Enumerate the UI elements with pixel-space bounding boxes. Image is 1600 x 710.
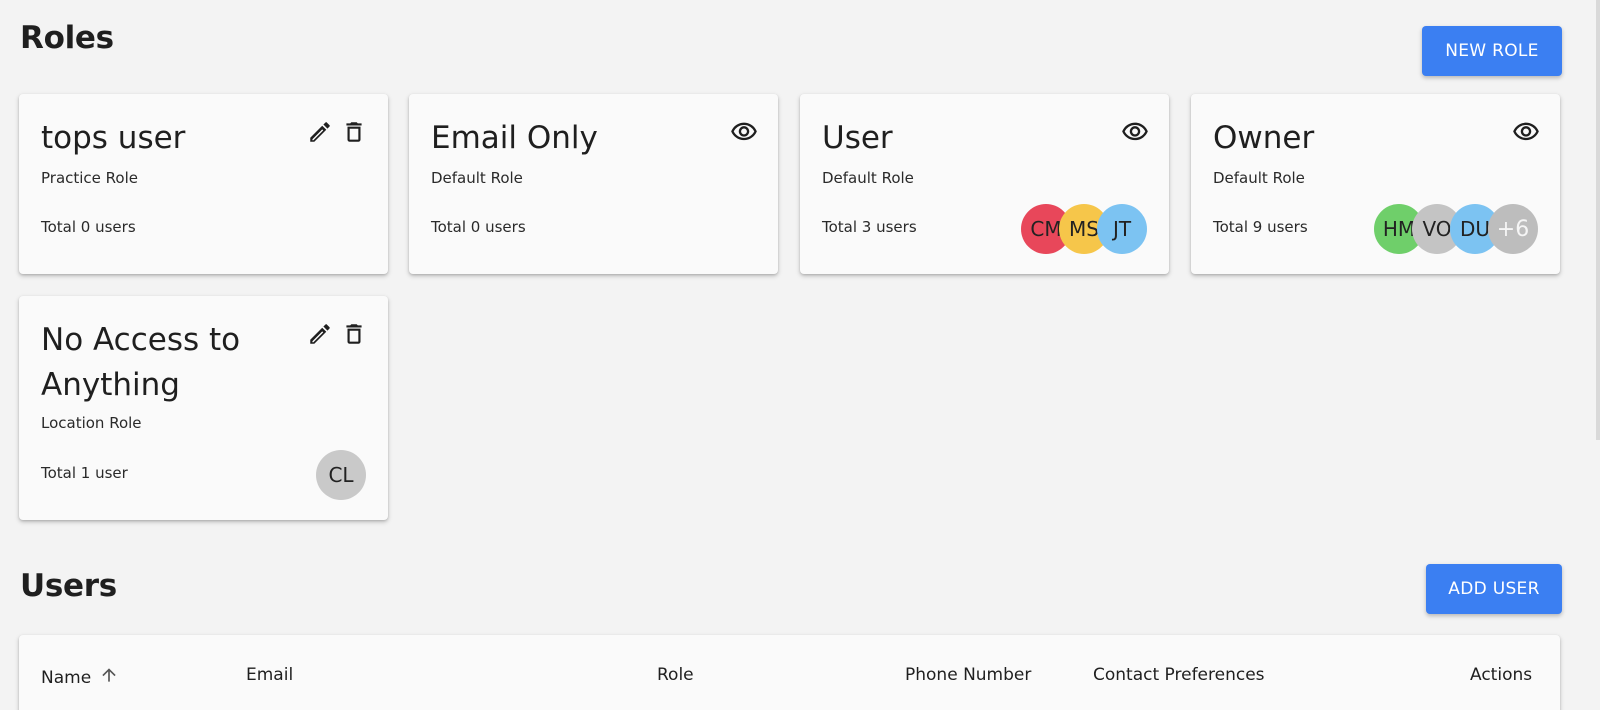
users-table: Name Email Role Phone Number Contact Pre… [19,635,1560,710]
role-actions [1121,118,1149,146]
avatar[interactable]: CL [316,450,366,500]
eye-icon[interactable] [1121,118,1149,146]
role-name: User [822,120,893,156]
role-card-owner[interactable]: Owner Default Role Total 9 users HM VO D… [1191,94,1560,274]
role-name: Owner [1213,120,1315,156]
role-user-count: Total 1 user [41,464,128,482]
column-header-contact-preferences[interactable]: Contact Preferences [1093,665,1265,685]
avatar-group: CL [316,450,366,500]
new-role-button[interactable]: NEW ROLE [1422,26,1562,76]
pencil-icon[interactable] [306,118,334,146]
role-name: No Access to Anything [41,322,241,403]
role-user-count: Total 0 users [431,218,526,236]
role-actions [306,320,368,348]
roles-title: Roles [20,20,114,56]
column-header-phone[interactable]: Phone Number [905,665,1031,685]
role-actions [730,118,758,146]
column-label: Contact Preferences [1093,665,1265,685]
eye-icon[interactable] [1512,118,1540,146]
column-label: Name [41,667,92,688]
avatar-group: CM MS JT [1021,204,1147,254]
trash-icon[interactable] [340,320,368,348]
pencil-icon[interactable] [306,320,334,348]
avatar-group: HM VO DU +6 [1374,204,1538,254]
role-card-user[interactable]: User Default Role Total 3 users CM MS JT [800,94,1169,274]
trash-icon[interactable] [340,118,368,146]
role-card-no-access[interactable]: No Access to Anything Location Role Tota… [19,296,388,520]
add-user-button[interactable]: ADD USER [1426,564,1562,614]
eye-icon[interactable] [730,118,758,146]
role-card-tops-user[interactable]: tops user Practice Role Total 0 users [19,94,388,274]
role-type: Default Role [1213,169,1305,187]
users-title: Users [20,568,117,604]
role-actions [306,118,368,146]
role-user-count: Total 0 users [41,218,136,236]
column-label: Email [246,665,294,685]
sort-ascending-icon[interactable] [99,665,119,690]
column-header-actions: Actions [1470,665,1532,685]
role-type: Practice Role [41,169,139,187]
role-actions [1512,118,1540,146]
column-header-email[interactable]: Email [246,665,293,685]
role-name: Email Only [431,120,598,156]
role-type: Default Role [822,169,914,187]
column-header-role[interactable]: Role [657,665,694,685]
avatar[interactable]: JT [1097,204,1147,254]
role-type: Location Role [41,414,142,432]
column-label: Phone Number [905,665,1032,685]
column-header-name[interactable]: Name [41,665,119,690]
role-name: tops user [41,120,186,156]
page-scrollbar[interactable] [1596,0,1600,440]
role-type: Default Role [431,169,523,187]
role-card-email-only[interactable]: Email Only Default Role Total 0 users [409,94,778,274]
column-label: Actions [1470,665,1533,685]
role-user-count: Total 3 users [822,218,917,236]
role-user-count: Total 9 users [1213,218,1308,236]
avatar-overflow-count[interactable]: +6 [1488,204,1538,254]
column-label: Role [657,665,694,685]
